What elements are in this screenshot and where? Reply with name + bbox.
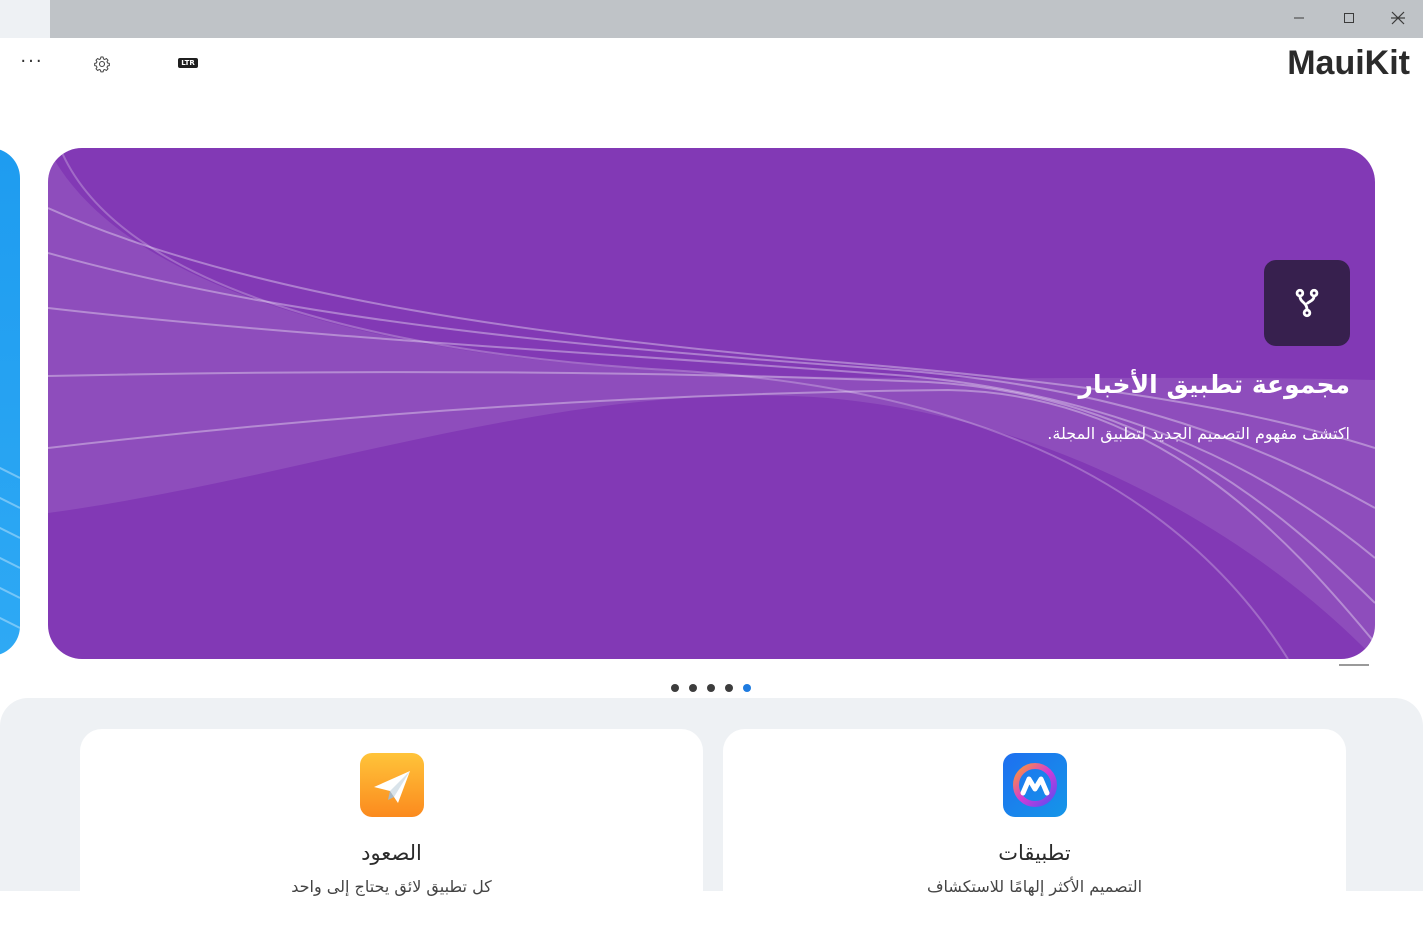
maximize-icon (1344, 13, 1354, 23)
toolbar: ··· LTR MauiKit (0, 38, 1423, 98)
app-card-title: تطبيقات (998, 841, 1071, 865)
settings-button[interactable] (92, 54, 112, 74)
hero-icon-box (1264, 260, 1350, 346)
carousel-indicator (671, 684, 751, 692)
carousel-card-title: مجموعة تطبيق الأخبار (1078, 370, 1350, 399)
carousel[interactable]: مجموعة تطبيق الأخبار اكتشف مفهوم التصميم… (0, 98, 1423, 698)
more-options-button[interactable]: ··· (12, 52, 52, 76)
app-card-description: كل تطبيق لائق يحتاج إلى واحد (291, 877, 492, 896)
direction-toggle-button[interactable]: LTR (178, 58, 198, 68)
maximize-button[interactable] (1326, 0, 1372, 36)
app-card-description: التصميم الأكثر إلهامًا للاستكشاف (926, 877, 1143, 896)
horizontal-scrollbar[interactable] (1339, 664, 1369, 666)
close-button[interactable] (1375, 0, 1421, 36)
carousel-dot[interactable] (725, 684, 733, 692)
app-card-ascent[interactable]: الصعود كل تطبيق لائق يحتاج إلى واحد (80, 729, 703, 929)
title-bar (0, 0, 1423, 38)
brand-title: MauiKit (1287, 44, 1410, 82)
app-card-apps[interactable]: تطبيقات التصميم الأكثر إلهامًا للاستكشاف (723, 729, 1346, 929)
carousel-dot-active[interactable] (743, 684, 751, 692)
close-icon (1391, 11, 1405, 25)
carousel-card[interactable]: مجموعة تطبيق الأخبار اكتشف مفهوم التصميم… (48, 148, 1375, 659)
carousel-previous-card[interactable] (0, 148, 20, 656)
carousel-dot[interactable] (689, 684, 697, 692)
apps-panel: الصعود كل تطبيق لائق يحتاج إلى واحد تطبي… (0, 698, 1423, 929)
carousel-dot[interactable] (671, 684, 679, 692)
title-bar-tab (0, 0, 50, 38)
fork-icon (1295, 288, 1319, 318)
minimize-button[interactable] (1276, 0, 1322, 36)
wave-background (48, 148, 1375, 659)
maui-logo-icon (1002, 753, 1067, 817)
carousel-dot[interactable] (707, 684, 715, 692)
paper-plane-icon (359, 753, 424, 817)
gear-icon (94, 56, 110, 73)
carousel-card-subtitle: اكتشف مفهوم التصميم الجديد لتطبيق المجلة… (1047, 424, 1350, 443)
minimize-icon (1294, 17, 1304, 19)
app-card-title: الصعود (361, 841, 422, 865)
